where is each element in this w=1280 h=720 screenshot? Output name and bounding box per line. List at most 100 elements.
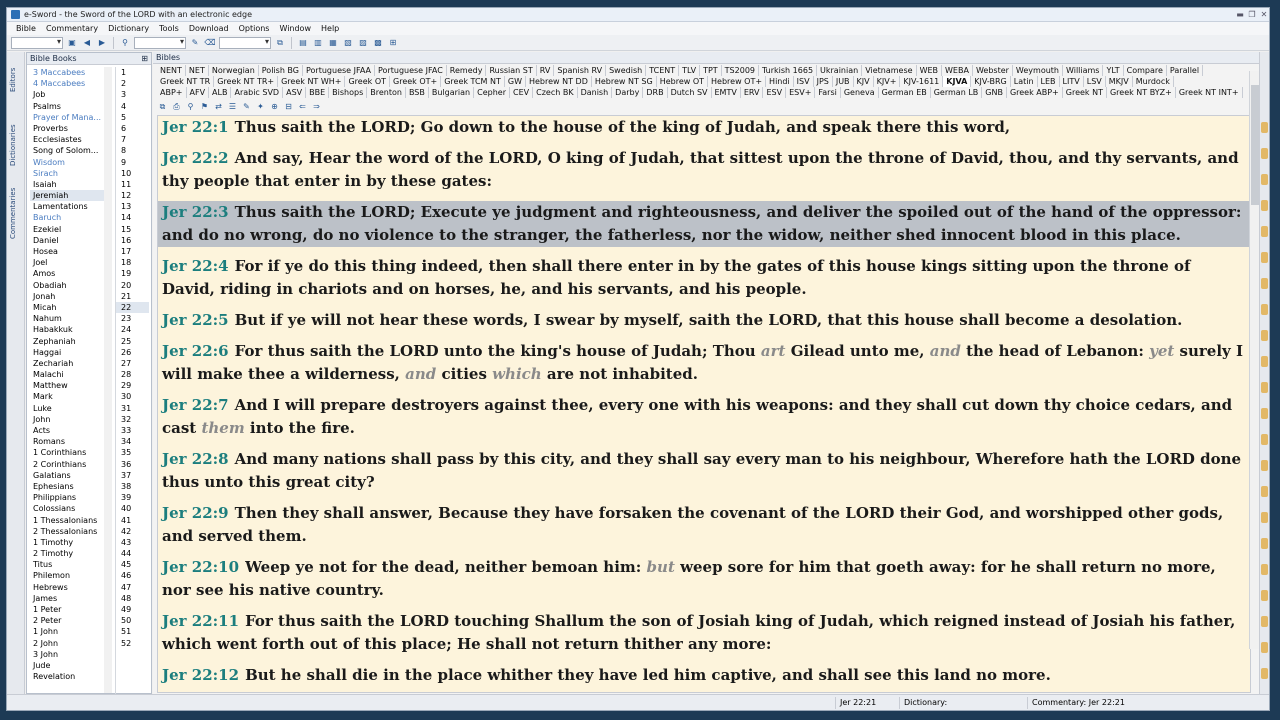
chapter-item[interactable]: 52 [116,638,149,649]
book-item[interactable]: Hosea [30,246,112,257]
chapter-item[interactable]: 19 [116,268,149,279]
menu-dictionary[interactable]: Dictionary [103,24,154,33]
chapter-item[interactable]: 44 [116,548,149,559]
menu-commentary[interactable]: Commentary [41,24,103,33]
verse[interactable]: Jer 22:4 For if ye do this thing indeed, … [158,255,1250,301]
bible-tab[interactable]: Remedy [447,65,487,76]
book-item[interactable]: Joel [30,257,112,268]
bible-tab[interactable]: KJV [854,76,874,87]
bible-tab[interactable]: ABP+ [157,87,187,98]
bible-tab[interactable]: WEBA [942,65,973,76]
book-item[interactable]: Amos [30,268,112,279]
bible-tab[interactable]: Farsi [815,87,841,98]
bible-tab[interactable]: Weymouth [1013,65,1063,76]
bible-tab[interactable]: LSV [1084,76,1106,87]
chapter-item[interactable]: 40 [116,503,149,514]
bible-tab[interactable]: LITV [1060,76,1084,87]
list-icon[interactable]: ☰ [227,101,238,112]
chapter-item[interactable]: 41 [116,515,149,526]
bible-tab[interactable]: Murdock [1133,76,1174,87]
bible-tab[interactable]: KJVA [943,76,972,87]
bible-tab[interactable]: Hebrew NT SG [592,76,657,87]
chapter-item[interactable]: 12 [116,190,149,201]
menu-help[interactable]: Help [316,24,344,33]
bible-tab[interactable]: LEB [1038,76,1060,87]
book-item[interactable]: Revelation [30,671,112,682]
bible-tab[interactable]: JUB [833,76,854,87]
verse-reference[interactable]: Jer 22:1 [162,118,229,136]
bible-tab[interactable]: Portuguese JFAA [303,65,376,76]
bible-tab[interactable]: Greek NT TR [157,76,215,87]
layout-1-icon[interactable]: ▤ [297,37,309,49]
book-item[interactable]: Romans [30,436,112,447]
chapter-item[interactable]: 16 [116,235,149,246]
bible-tab[interactable]: Spanish RV [554,65,607,76]
menu-download[interactable]: Download [184,24,234,33]
rail-bookmark-icon[interactable] [1261,616,1268,627]
bible-tab[interactable]: ESV [763,87,787,98]
search-combo[interactable] [134,36,186,49]
book-item[interactable]: Jude [30,660,112,671]
rail-bookmark-icon[interactable] [1261,538,1268,549]
bookmark-icon[interactable]: ⚑ [199,101,210,112]
bible-tab[interactable]: MKJV [1106,76,1133,87]
bible-tab[interactable]: Swedish [606,65,647,76]
book-item[interactable]: 1 John [30,626,112,637]
verse-reference[interactable]: Jer 22:2 [162,149,229,167]
book-item[interactable]: 2 Corinthians [30,459,112,470]
verse-reference[interactable]: Jer 22:5 [162,311,229,329]
layout-4-icon[interactable]: ▧ [342,37,354,49]
bible-tab[interactable]: NET [186,65,209,76]
book-item[interactable]: Philippians [30,492,112,503]
book-item[interactable]: 1 Corinthians [30,447,112,458]
chapter-item[interactable]: 39 [116,492,149,503]
bible-tab[interactable]: Greek OT+ [390,76,442,87]
chapter-item[interactable]: 29 [116,380,149,391]
verse-reference[interactable]: Jer 22:4 [162,257,229,275]
verse-reference[interactable]: Jer 22:10 [162,558,239,576]
bible-tab[interactable]: CEV [510,87,534,98]
bible-tab[interactable]: BBE [306,87,330,98]
book-item[interactable]: Zephaniah [30,336,112,347]
bible-tab[interactable]: ASV [283,87,307,98]
bible-tab[interactable]: Arabic SVD [231,87,284,98]
chapter-item[interactable]: 21 [116,291,149,302]
rail-bookmark-icon[interactable] [1261,252,1268,263]
book-item[interactable]: Philemon [30,570,112,581]
verse-reference[interactable]: Jer 22:6 [162,342,229,360]
book-item[interactable]: Luke [30,403,112,414]
eraser-icon[interactable]: ⌫ [204,37,216,49]
rail-bookmark-icon[interactable] [1261,564,1268,575]
book-item[interactable]: Zechariah [30,358,112,369]
scroll-thumb[interactable] [1251,85,1259,205]
bible-tab[interactable]: Portuguese JFAC [375,65,447,76]
book-item[interactable]: Micah [30,302,112,313]
book-item[interactable]: Psalms [30,101,112,112]
verse[interactable]: Jer 22:5 But if ye will not hear these wo… [158,309,1250,332]
book-item[interactable]: Titus [30,559,112,570]
bible-tab[interactable]: ISV [794,76,814,87]
bible-tab[interactable]: Dutch SV [668,87,712,98]
bible-tab[interactable]: RV [537,65,555,76]
prev-chapter-icon[interactable]: ⇐ [297,101,308,112]
chapter-item[interactable]: 1 [116,67,149,78]
verse-reference[interactable]: Jer 22:12 [162,666,239,684]
book-item[interactable]: Ephesians [30,481,112,492]
chapter-item[interactable]: 35 [116,447,149,458]
sidetab-dictionaries[interactable]: Dictionaries [9,114,22,176]
map-icon[interactable]: ⊞ [387,37,399,49]
bible-tab[interactable]: ERV [741,87,764,98]
bible-tab[interactable]: Brenton [367,87,406,98]
bible-tab[interactable]: Hindi [766,76,794,87]
layout-5-icon[interactable]: ▨ [357,37,369,49]
verse[interactable]: Jer 22:9 Then they shall answer, Because … [158,502,1250,548]
bible-tab[interactable]: Russian ST [486,65,537,76]
chapter-item[interactable]: 13 [116,201,149,212]
verse[interactable]: Jer 22:2 And say, Hear the word of the LO… [158,147,1250,193]
bible-tab[interactable]: Greek ABP+ [1007,87,1063,98]
bible-tab[interactable]: GNB [982,87,1007,98]
book-item[interactable]: Obadiah [30,280,112,291]
copy-icon[interactable]: ⧉ [274,37,286,49]
bible-tab[interactable]: GW [505,76,526,87]
chapter-item[interactable]: 48 [116,593,149,604]
